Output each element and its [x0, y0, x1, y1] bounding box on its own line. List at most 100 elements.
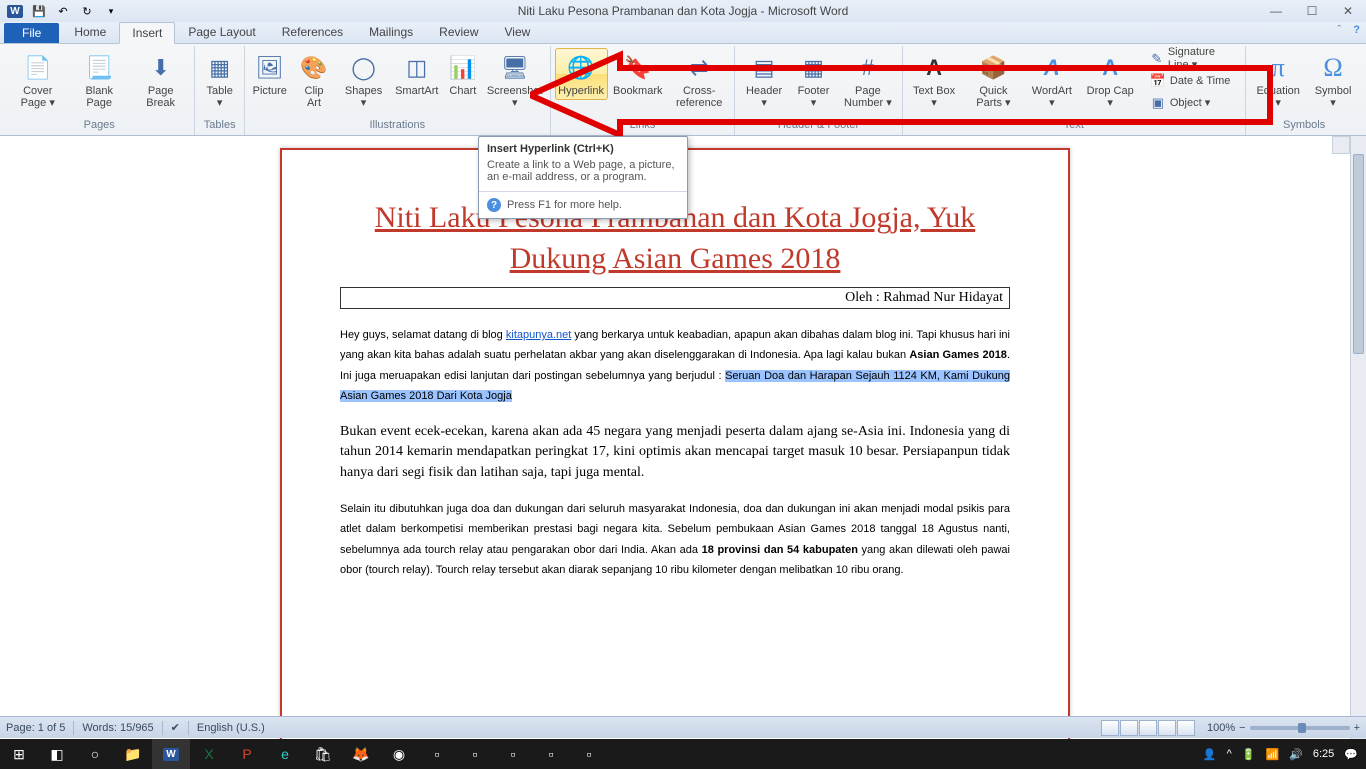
- tray-people-icon[interactable]: 👤: [1203, 748, 1217, 761]
- clip-art-button[interactable]: 🎨Clip Art: [293, 48, 336, 112]
- taskbar-app-icon[interactable]: ▫: [570, 739, 608, 769]
- tray-clock[interactable]: 6:25: [1313, 748, 1334, 760]
- clip-art-icon: 🎨: [300, 51, 327, 85]
- close-button[interactable]: ✕: [1334, 3, 1362, 19]
- quick-access-toolbar: W 💾 ↶ ↻ ▾: [4, 2, 122, 20]
- tray-battery-icon[interactable]: 🔋: [1242, 748, 1256, 761]
- qat-customize-icon[interactable]: ▾: [100, 2, 122, 20]
- tab-insert[interactable]: Insert: [119, 22, 175, 44]
- tab-references[interactable]: References: [269, 21, 356, 43]
- status-proofing-icon[interactable]: ✔: [171, 721, 180, 734]
- drop-cap-button[interactable]: ADrop Cap ▾: [1080, 48, 1139, 112]
- link-kitapunya[interactable]: kitapunya.net: [506, 329, 571, 341]
- tray-wifi-icon[interactable]: 📶: [1265, 748, 1279, 761]
- view-draft[interactable]: [1177, 720, 1195, 736]
- text-box-button[interactable]: AText Box ▾: [907, 48, 962, 112]
- taskbar-app-icon[interactable]: ▫: [418, 739, 456, 769]
- page-break-button[interactable]: ⬇Page Break: [131, 48, 190, 112]
- drop-cap-icon: A: [1102, 51, 1118, 85]
- ruler-toggle[interactable]: [1332, 136, 1350, 154]
- blank-page-button[interactable]: 📃Blank Page: [69, 48, 128, 112]
- picture-button[interactable]: 🖼Picture: [249, 48, 291, 100]
- view-print-layout[interactable]: [1101, 720, 1119, 736]
- word-icon[interactable]: W: [4, 2, 26, 20]
- ribbon-help[interactable]: ˆ ?: [1337, 24, 1360, 36]
- screenshot-icon: 🖥: [501, 51, 529, 85]
- screenshot-button[interactable]: 🖥Screenshot ▾: [484, 48, 546, 112]
- symbol-button[interactable]: ΩSymbol ▾: [1308, 48, 1358, 112]
- maximize-button[interactable]: ☐: [1298, 3, 1326, 19]
- redo-icon[interactable]: ↻: [76, 2, 98, 20]
- file-explorer-icon[interactable]: 📁: [114, 739, 152, 769]
- scrollbar-thumb[interactable]: [1353, 154, 1364, 354]
- view-outline[interactable]: [1158, 720, 1176, 736]
- page-break-icon: ⬇: [151, 51, 169, 85]
- taskbar-app-icon[interactable]: ▫: [494, 739, 532, 769]
- hyperlink-button[interactable]: 🌐Hyperlink: [555, 48, 608, 100]
- tab-home[interactable]: Home: [61, 21, 119, 43]
- tray-chevron-icon[interactable]: ^: [1227, 748, 1232, 760]
- table-icon: ▦: [209, 51, 230, 85]
- cortana-icon[interactable]: ○: [76, 739, 114, 769]
- start-button[interactable]: ⊞: [0, 739, 38, 769]
- undo-icon[interactable]: ↶: [52, 2, 74, 20]
- hyperlink-icon: 🌐: [567, 51, 594, 85]
- group-text: AText Box ▾ 📦Quick Parts ▾ AWordArt ▾ AD…: [903, 46, 1247, 135]
- view-full-screen[interactable]: [1120, 720, 1138, 736]
- vertical-scrollbar[interactable]: [1350, 136, 1366, 744]
- taskbar-excel-icon[interactable]: X: [190, 739, 228, 769]
- status-page[interactable]: Page: 1 of 5: [6, 722, 65, 734]
- taskbar-app-icon[interactable]: ▫: [456, 739, 494, 769]
- tooltip-body: Create a link to a Web page, a picture, …: [479, 155, 687, 191]
- equation-button[interactable]: πEquation ▾: [1250, 48, 1306, 112]
- view-web-layout[interactable]: [1139, 720, 1157, 736]
- zoom-level[interactable]: 100%: [1207, 722, 1235, 734]
- zoom-slider[interactable]: [1250, 726, 1350, 730]
- group-label: Pages: [84, 117, 115, 133]
- bookmark-button[interactable]: 🔖Bookmark: [610, 48, 666, 100]
- taskbar-word-icon[interactable]: W: [152, 739, 190, 769]
- table-button[interactable]: ▦Table ▾: [199, 48, 240, 112]
- task-view-icon[interactable]: ◧: [38, 739, 76, 769]
- footer-button[interactable]: ▦Footer ▾: [791, 48, 837, 112]
- save-icon[interactable]: 💾: [28, 2, 50, 20]
- shapes-button[interactable]: ◯Shapes ▾: [337, 48, 389, 112]
- tray-volume-icon[interactable]: 🔊: [1289, 748, 1303, 761]
- wordart-button[interactable]: AWordArt ▾: [1025, 48, 1078, 112]
- quick-parts-button[interactable]: 📦Quick Parts ▾: [964, 48, 1024, 112]
- zoom-in-button[interactable]: +: [1354, 722, 1360, 734]
- taskbar-chrome-icon[interactable]: ◉: [380, 739, 418, 769]
- taskbar-edge-icon[interactable]: e: [266, 739, 304, 769]
- cross-reference-button[interactable]: ⇄Cross-reference: [668, 48, 730, 112]
- group-label: Links: [630, 117, 656, 133]
- zoom-out-button[interactable]: −: [1239, 722, 1245, 734]
- help-icon: ?: [487, 198, 501, 212]
- document-area[interactable]: Niti Laku Pesona Prambanan dan Kota Jogj…: [0, 136, 1350, 744]
- cover-page-button[interactable]: 📄Cover Page ▾: [8, 48, 67, 112]
- tray-notifications-icon[interactable]: 💬: [1344, 748, 1358, 761]
- tab-mailings[interactable]: Mailings: [356, 21, 426, 43]
- status-language[interactable]: English (U.S.): [197, 722, 265, 734]
- document-page[interactable]: Niti Laku Pesona Prambanan dan Kota Jogj…: [280, 148, 1070, 744]
- header-button[interactable]: ▤Header ▾: [739, 48, 788, 112]
- tab-review[interactable]: Review: [426, 21, 491, 43]
- paragraph-2: Bukan event ecek-ecekan, karena akan ada…: [340, 422, 1010, 483]
- windows-taskbar: ⊞ ◧ ○ 📁 W X P e 🛍 🦊 ◉ ▫ ▫ ▫ ▫ ▫ 👤 ^ 🔋 📶 …: [0, 739, 1366, 769]
- chart-button[interactable]: 📊Chart: [444, 48, 482, 100]
- taskbar-powerpoint-icon[interactable]: P: [228, 739, 266, 769]
- page-number-button[interactable]: #Page Number ▾: [838, 48, 897, 112]
- page-number-icon: #: [862, 51, 874, 85]
- status-words[interactable]: Words: 15/965: [82, 722, 153, 734]
- date-time-button[interactable]: 📅Date & Time: [1146, 70, 1241, 91]
- file-tab[interactable]: File: [4, 23, 59, 43]
- taskbar-firefox-icon[interactable]: 🦊: [342, 739, 380, 769]
- tab-view[interactable]: View: [492, 21, 544, 43]
- signature-line-button[interactable]: ✎Signature Line ▾: [1146, 48, 1241, 69]
- taskbar-store-icon[interactable]: 🛍: [304, 739, 342, 769]
- tab-page-layout[interactable]: Page Layout: [175, 21, 268, 43]
- object-button[interactable]: ▣Object ▾: [1146, 92, 1241, 113]
- paragraph-1: Hey guys, selamat datang di blog kitapun…: [340, 325, 1010, 406]
- taskbar-app-icon[interactable]: ▫: [532, 739, 570, 769]
- minimize-button[interactable]: —: [1262, 3, 1290, 19]
- smartart-button[interactable]: ◫SmartArt: [392, 48, 442, 100]
